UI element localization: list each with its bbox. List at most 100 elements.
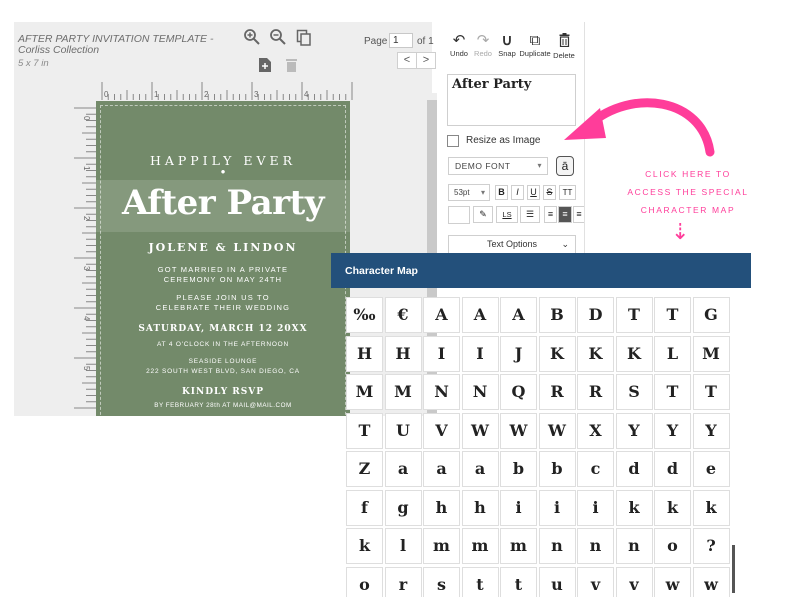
add-page-icon[interactable] bbox=[258, 57, 272, 78]
zoom-out-icon[interactable] bbox=[269, 28, 287, 51]
character-map-cell[interactable]: I bbox=[423, 336, 460, 372]
character-map-cell[interactable]: Z bbox=[346, 451, 383, 487]
character-map-cell[interactable]: h bbox=[423, 490, 460, 526]
character-map-cell[interactable]: m bbox=[500, 528, 537, 564]
align-center-icon[interactable]: ≡ bbox=[558, 206, 572, 223]
character-map-cell[interactable]: H bbox=[346, 336, 383, 372]
character-map-cell[interactable]: b bbox=[500, 451, 537, 487]
character-map-cell[interactable]: g bbox=[385, 490, 422, 526]
character-map-cell[interactable]: ‰ bbox=[346, 297, 383, 333]
character-map-cell[interactable]: f bbox=[346, 490, 383, 526]
character-map-cell[interactable]: w bbox=[654, 567, 691, 597]
character-map-cell[interactable]: V bbox=[423, 413, 460, 449]
character-map-cell[interactable]: m bbox=[423, 528, 460, 564]
character-map-cell[interactable]: R bbox=[539, 374, 576, 410]
character-map-cell[interactable]: T bbox=[654, 297, 691, 333]
character-map-cell[interactable]: b bbox=[539, 451, 576, 487]
character-map-cell[interactable]: U bbox=[385, 413, 422, 449]
page-number-input[interactable]: 1 bbox=[389, 33, 413, 48]
delete-button[interactable]: Delete bbox=[551, 33, 577, 60]
font-family-select[interactable]: DEMO FONT ▾ bbox=[448, 157, 548, 175]
scrollbar-arrow[interactable] bbox=[427, 93, 437, 100]
character-map-cell[interactable]: N bbox=[462, 374, 499, 410]
character-map-cell[interactable]: M bbox=[385, 374, 422, 410]
character-map-cell[interactable]: R bbox=[577, 374, 614, 410]
text-options-dropdown[interactable]: Text Options ⌄ bbox=[448, 235, 576, 254]
character-map-cell[interactable]: n bbox=[616, 528, 653, 564]
character-map-cell[interactable]: d bbox=[616, 451, 653, 487]
character-map-cell[interactable]: D bbox=[577, 297, 614, 333]
character-map-cell[interactable]: X bbox=[577, 413, 614, 449]
character-map-cell[interactable]: t bbox=[462, 567, 499, 597]
bold-button[interactable]: B bbox=[495, 185, 508, 200]
snap-button[interactable]: ∪ Snap bbox=[496, 33, 518, 58]
align-left-icon[interactable]: ≡ bbox=[544, 206, 557, 223]
character-map-cell[interactable]: K bbox=[539, 336, 576, 372]
resize-as-image-checkbox[interactable] bbox=[447, 135, 459, 147]
character-map-cell[interactable]: e bbox=[693, 451, 730, 487]
character-map-cell[interactable]: n bbox=[577, 528, 614, 564]
character-map-cell[interactable]: r bbox=[385, 567, 422, 597]
character-map-cell[interactable]: v bbox=[616, 567, 653, 597]
zoom-in-icon[interactable] bbox=[243, 28, 261, 51]
character-map-cell[interactable]: J bbox=[500, 336, 537, 372]
copy-pages-icon[interactable] bbox=[296, 29, 312, 52]
character-map-cell[interactable]: G bbox=[693, 297, 730, 333]
character-map-cell[interactable]: k bbox=[693, 490, 730, 526]
character-map-cell[interactable]: k bbox=[346, 528, 383, 564]
character-map-cell[interactable]: M bbox=[693, 336, 730, 372]
undo-button[interactable]: ↶ Undo bbox=[448, 33, 470, 58]
font-size-select[interactable]: 53pt ▾ bbox=[448, 184, 490, 201]
character-map-cell[interactable]: B bbox=[539, 297, 576, 333]
duplicate-button[interactable]: ⧉ Duplicate bbox=[517, 33, 553, 58]
character-map-cell[interactable]: Y bbox=[616, 413, 653, 449]
character-map-cell[interactable]: v bbox=[577, 567, 614, 597]
character-map-cell[interactable]: l bbox=[385, 528, 422, 564]
text-transform-button[interactable]: TT bbox=[559, 185, 576, 200]
character-map-cell[interactable]: A bbox=[423, 297, 460, 333]
character-map-cell[interactable]: W bbox=[500, 413, 537, 449]
character-map-cell[interactable]: I bbox=[462, 336, 499, 372]
character-map-cell[interactable]: Y bbox=[654, 413, 691, 449]
character-map-cell[interactable]: u bbox=[539, 567, 576, 597]
eyedropper-icon[interactable]: ✎ bbox=[473, 206, 493, 223]
character-map-cell[interactable]: A bbox=[500, 297, 537, 333]
character-map-cell[interactable]: s bbox=[423, 567, 460, 597]
character-map-cell[interactable]: n bbox=[539, 528, 576, 564]
character-map-cell[interactable]: i bbox=[500, 490, 537, 526]
character-map-cell[interactable]: A bbox=[462, 297, 499, 333]
character-map-cell[interactable]: a bbox=[423, 451, 460, 487]
character-map-cell[interactable]: W bbox=[462, 413, 499, 449]
character-map-cell[interactable]: M bbox=[346, 374, 383, 410]
character-map-cell[interactable]: k bbox=[616, 490, 653, 526]
character-map-cell[interactable]: w bbox=[693, 567, 730, 597]
character-map-cell[interactable]: T bbox=[693, 374, 730, 410]
character-map-cell[interactable]: o bbox=[654, 528, 691, 564]
strikethrough-button[interactable]: S bbox=[543, 185, 556, 200]
redo-button[interactable]: ↷ Redo bbox=[472, 33, 494, 58]
character-map-cell[interactable]: t bbox=[500, 567, 537, 597]
letter-spacing-icon[interactable]: LS bbox=[496, 206, 518, 223]
character-map-cell[interactable]: L bbox=[654, 336, 691, 372]
character-map-button[interactable]: ā bbox=[556, 156, 574, 176]
character-map-cell[interactable]: Y bbox=[693, 413, 730, 449]
italic-button[interactable]: I bbox=[511, 185, 524, 200]
character-map-cell[interactable]: T bbox=[616, 297, 653, 333]
next-page-button[interactable]: > bbox=[416, 52, 436, 69]
character-map-cell[interactable]: a bbox=[385, 451, 422, 487]
character-map-cell[interactable]: K bbox=[577, 336, 614, 372]
prev-page-button[interactable]: < bbox=[397, 52, 417, 69]
character-map-cell[interactable]: K bbox=[616, 336, 653, 372]
character-map-cell[interactable]: c bbox=[577, 451, 614, 487]
character-map-cell[interactable]: i bbox=[539, 490, 576, 526]
character-map-cell[interactable]: W bbox=[539, 413, 576, 449]
character-map-scrollbar[interactable] bbox=[732, 545, 735, 593]
character-map-cell[interactable]: T bbox=[654, 374, 691, 410]
align-right-icon[interactable]: ≡ bbox=[573, 206, 584, 223]
underline-button[interactable]: U bbox=[527, 185, 540, 200]
line-height-icon[interactable]: ☰ bbox=[520, 206, 540, 223]
character-map-cell[interactable]: T bbox=[346, 413, 383, 449]
character-map-cell[interactable]: H bbox=[385, 336, 422, 372]
character-map-cell[interactable]: ? bbox=[693, 528, 730, 564]
trash-icon[interactable] bbox=[285, 57, 298, 78]
